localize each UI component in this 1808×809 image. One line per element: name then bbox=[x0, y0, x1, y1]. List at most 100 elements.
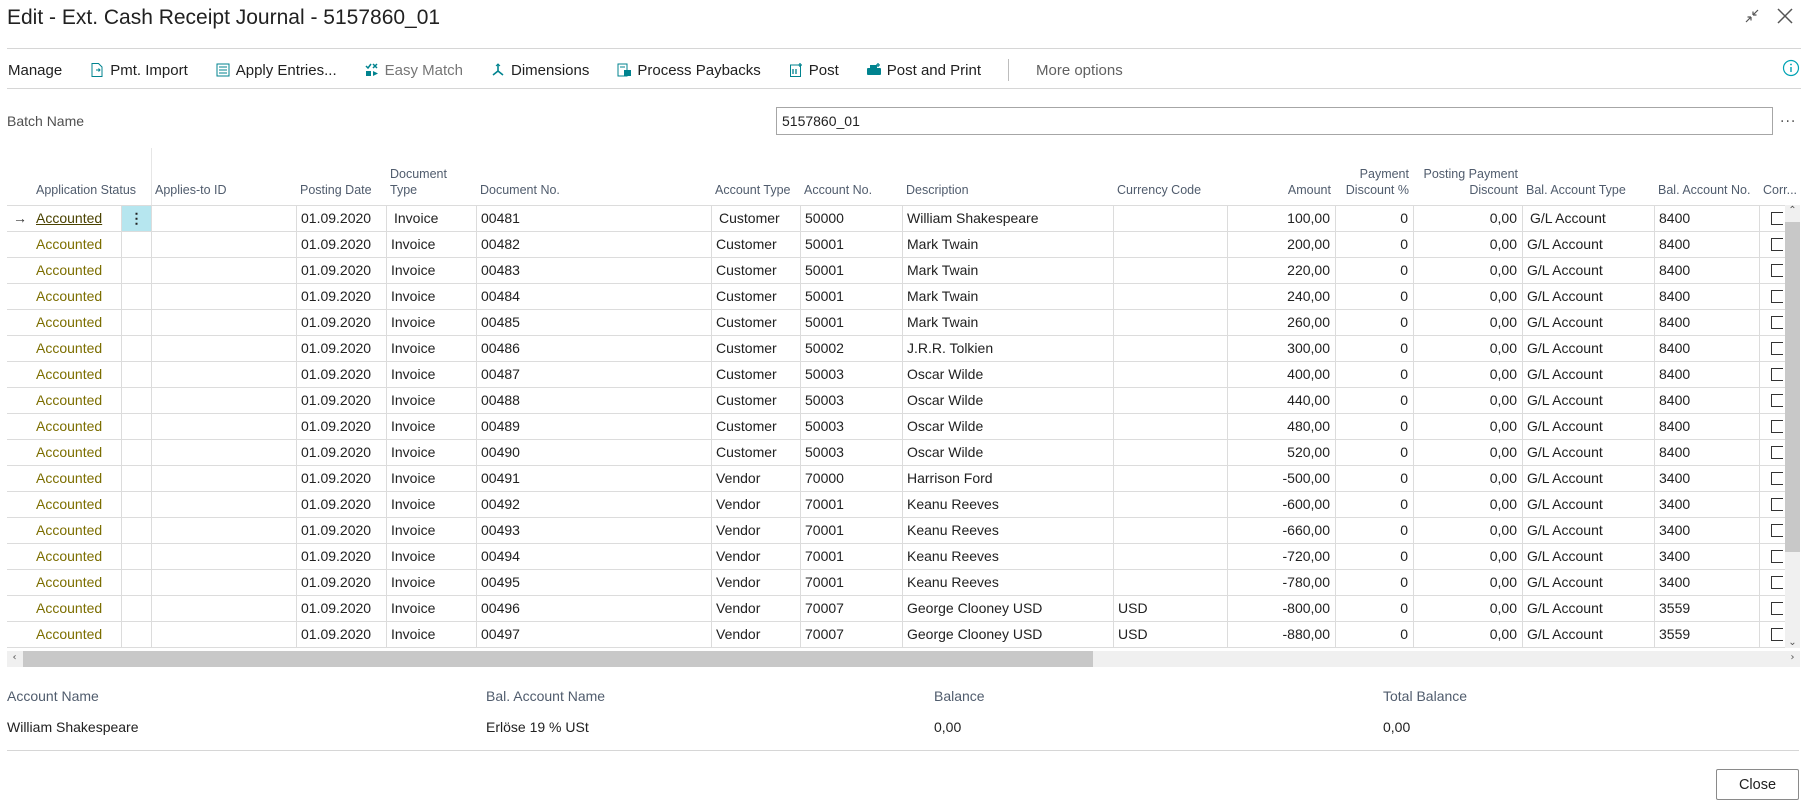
cell-pmt-disc-pct[interactable]: 0 bbox=[1335, 596, 1413, 622]
column-header-account-no[interactable]: Account No. bbox=[804, 148, 898, 205]
vertical-scrollbar[interactable]: ⌃ ⌄ bbox=[1785, 205, 1800, 648]
cell-doc-type[interactable]: Invoice bbox=[386, 440, 476, 466]
cell-pmt-disc-pct[interactable]: 0 bbox=[1335, 310, 1413, 336]
scroll-up-icon[interactable]: ⌃ bbox=[1785, 205, 1800, 216]
cell-pmt-disc-pct[interactable]: 0 bbox=[1335, 388, 1413, 414]
cell-doc-type[interactable]: Invoice bbox=[386, 336, 476, 362]
correction-checkbox[interactable] bbox=[1771, 264, 1783, 277]
row-menu-button[interactable] bbox=[121, 258, 151, 284]
vertical-scroll-thumb[interactable] bbox=[1785, 222, 1800, 552]
cell-pmt-disc-pct[interactable]: 0 bbox=[1335, 232, 1413, 258]
cell-applies-to-id[interactable] bbox=[151, 544, 296, 570]
cell-bal-account-type[interactable]: G/L Account bbox=[1522, 570, 1654, 596]
cell-account-type[interactable]: Vendor bbox=[711, 492, 800, 518]
cell-posting-date[interactable]: 01.09.2020 bbox=[296, 336, 386, 362]
cell-posting-pmt-disc[interactable]: 0,00 bbox=[1413, 388, 1522, 414]
cell-bal-account-no[interactable]: 8400 bbox=[1654, 388, 1759, 414]
table-row[interactable]: Accounted 01.09.2020 Invoice 00482 Customer 5… bbox=[7, 231, 1785, 258]
cell-currency[interactable] bbox=[1113, 206, 1227, 232]
cell-currency[interactable] bbox=[1113, 232, 1227, 258]
cell-doc-no[interactable]: 00495 bbox=[476, 570, 711, 596]
cell-account-no[interactable]: 50003 bbox=[800, 414, 902, 440]
cell-posting-date[interactable]: 01.09.2020 bbox=[296, 206, 386, 232]
cell-doc-type[interactable]: Invoice bbox=[386, 414, 476, 440]
application-status-link[interactable]: Accounted bbox=[36, 262, 102, 278]
cell-bal-account-no[interactable]: 3400 bbox=[1654, 570, 1759, 596]
cell-pmt-disc-pct[interactable]: 0 bbox=[1335, 622, 1413, 648]
cell-doc-type[interactable]: Invoice bbox=[386, 596, 476, 622]
cell-posting-pmt-disc[interactable]: 0,00 bbox=[1413, 518, 1522, 544]
cell-account-type[interactable]: Customer bbox=[711, 206, 800, 232]
cell-amount[interactable]: 260,00 bbox=[1227, 310, 1335, 336]
row-menu-button[interactable] bbox=[121, 492, 151, 518]
cell-currency[interactable]: USD bbox=[1113, 596, 1227, 622]
table-row[interactable]: Accounted 01.09.2020 Invoice 00488 Customer 5… bbox=[7, 387, 1785, 414]
cell-amount[interactable]: 520,00 bbox=[1227, 440, 1335, 466]
cell-posting-date[interactable]: 01.09.2020 bbox=[296, 414, 386, 440]
cell-description[interactable]: J.R.R. Tolkien bbox=[902, 336, 1113, 362]
cell-doc-no[interactable]: 00483 bbox=[476, 258, 711, 284]
cell-currency[interactable] bbox=[1113, 440, 1227, 466]
table-row[interactable]: Accounted 01.09.2020 Invoice 00490 Customer 5… bbox=[7, 439, 1785, 466]
cell-description[interactable]: Harrison Ford bbox=[902, 466, 1113, 492]
cell-bal-account-no[interactable]: 3400 bbox=[1654, 492, 1759, 518]
cell-account-no[interactable]: 50001 bbox=[800, 310, 902, 336]
cell-doc-type[interactable]: Invoice bbox=[386, 284, 476, 310]
table-row[interactable]: Accounted 01.09.2020 Invoice 00491 Vendor 700… bbox=[7, 465, 1785, 492]
correction-checkbox[interactable] bbox=[1771, 420, 1783, 433]
post-button[interactable]: Post bbox=[788, 62, 839, 79]
cell-description[interactable]: Keanu Reeves bbox=[902, 518, 1113, 544]
cell-bal-account-no[interactable]: 8400 bbox=[1654, 284, 1759, 310]
cell-bal-account-no[interactable]: 8400 bbox=[1654, 258, 1759, 284]
cell-account-type[interactable]: Customer bbox=[711, 440, 800, 466]
cell-account-type[interactable]: Customer bbox=[711, 284, 800, 310]
cell-currency[interactable] bbox=[1113, 414, 1227, 440]
cell-bal-account-type[interactable]: G/L Account bbox=[1522, 284, 1654, 310]
cell-currency[interactable] bbox=[1113, 362, 1227, 388]
cell-doc-type[interactable]: Invoice bbox=[386, 518, 476, 544]
correction-checkbox[interactable] bbox=[1771, 394, 1783, 407]
cell-account-type[interactable]: Vendor bbox=[711, 518, 800, 544]
cell-pmt-disc-pct[interactable]: 0 bbox=[1335, 258, 1413, 284]
cell-posting-pmt-disc[interactable]: 0,00 bbox=[1413, 206, 1522, 232]
cell-pmt-disc-pct[interactable]: 0 bbox=[1335, 544, 1413, 570]
cell-doc-type[interactable]: Invoice bbox=[386, 232, 476, 258]
column-header-amount[interactable]: Amount bbox=[1231, 148, 1331, 205]
cell-doc-type[interactable]: Invoice bbox=[386, 362, 476, 388]
row-menu-button[interactable] bbox=[121, 232, 151, 258]
table-row[interactable]: Accounted 01.09.2020 Invoice 00483 Customer 5… bbox=[7, 257, 1785, 284]
cell-posting-pmt-disc[interactable]: 0,00 bbox=[1413, 622, 1522, 648]
application-status-link[interactable]: Accounted bbox=[36, 574, 102, 590]
cell-description[interactable]: Keanu Reeves bbox=[902, 570, 1113, 596]
cell-doc-no[interactable]: 00494 bbox=[476, 544, 711, 570]
cell-amount[interactable]: -780,00 bbox=[1227, 570, 1335, 596]
cell-applies-to-id[interactable] bbox=[151, 388, 296, 414]
column-header-currency[interactable]: Currency Code bbox=[1117, 148, 1223, 205]
application-status-link[interactable]: Accounted bbox=[36, 210, 102, 226]
application-status-link[interactable]: Accounted bbox=[36, 626, 102, 642]
cell-applies-to-id[interactable] bbox=[151, 492, 296, 518]
cell-bal-account-no[interactable]: 8400 bbox=[1654, 336, 1759, 362]
correction-checkbox[interactable] bbox=[1771, 342, 1783, 355]
cell-posting-date[interactable]: 01.09.2020 bbox=[296, 310, 386, 336]
cell-bal-account-type[interactable]: G/L Account bbox=[1522, 336, 1654, 362]
column-header-account-type[interactable]: Account Type bbox=[715, 148, 796, 205]
cell-doc-type[interactable]: Invoice bbox=[386, 388, 476, 414]
cell-account-type[interactable]: Vendor bbox=[711, 622, 800, 648]
cell-amount[interactable]: -600,00 bbox=[1227, 492, 1335, 518]
cell-bal-account-type[interactable]: G/L Account bbox=[1522, 388, 1654, 414]
row-menu-button[interactable] bbox=[121, 622, 151, 648]
correction-checkbox[interactable] bbox=[1771, 550, 1783, 563]
cell-doc-no[interactable]: 00492 bbox=[476, 492, 711, 518]
cell-description[interactable]: Oscar Wilde bbox=[902, 414, 1113, 440]
column-header-posting-pmt-disc[interactable]: Posting Payment Discount bbox=[1417, 148, 1519, 205]
correction-checkbox[interactable] bbox=[1771, 472, 1783, 485]
cell-posting-date[interactable]: 01.09.2020 bbox=[296, 492, 386, 518]
cell-posting-pmt-disc[interactable]: 0,00 bbox=[1413, 492, 1522, 518]
cell-account-no[interactable]: 50001 bbox=[800, 258, 902, 284]
row-menu-button[interactable] bbox=[121, 440, 151, 466]
table-row[interactable]: Accounted 01.09.2020 Invoice 00486 Customer 5… bbox=[7, 335, 1785, 362]
cell-account-no[interactable]: 70001 bbox=[800, 492, 902, 518]
cell-bal-account-type[interactable]: G/L Account bbox=[1522, 414, 1654, 440]
cell-posting-pmt-disc[interactable]: 0,00 bbox=[1413, 544, 1522, 570]
